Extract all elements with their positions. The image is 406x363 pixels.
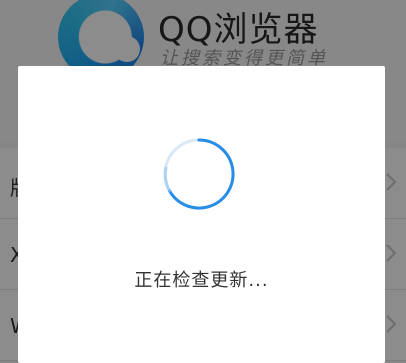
update-check-dialog: 正在检查更新... xyxy=(18,66,385,363)
dialog-message: 正在检查更新... xyxy=(134,270,269,291)
loading-spinner-icon xyxy=(163,138,235,210)
